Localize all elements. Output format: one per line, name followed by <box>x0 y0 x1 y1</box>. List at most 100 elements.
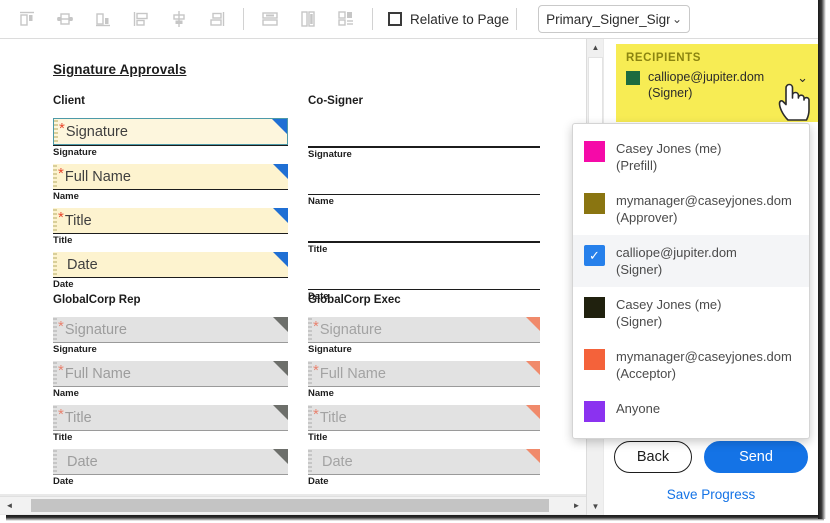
check-icon: ✓ <box>584 245 605 266</box>
recipient-color-swatch <box>584 193 605 214</box>
send-button[interactable]: Send <box>704 441 808 473</box>
recipient-option-role: (Prefill) <box>616 157 721 174</box>
field-left-guide <box>53 253 57 276</box>
recipient-option[interactable]: Casey Jones (me)(Prefill) <box>573 131 809 183</box>
form-field-row: Name <box>308 166 540 208</box>
recipient-option-label: Casey Jones (me)(Signer) <box>616 296 721 330</box>
recipients-chevron-down-icon[interactable]: ⌄ <box>797 70 808 86</box>
signature-field[interactable] <box>308 261 540 289</box>
align-center-icon[interactable] <box>160 4 198 34</box>
match-height-icon[interactable] <box>289 4 327 34</box>
recipient-option-name: mymanager@caseyjones.dom <box>616 193 792 208</box>
selected-recipient-row[interactable]: calliope@jupiter.dom (Signer) ⌄ <box>626 69 808 101</box>
required-asterisk-icon: * <box>313 407 319 422</box>
form-field-row: *Full NameName <box>53 164 288 202</box>
field-placeholder: Title <box>320 410 347 426</box>
field-label: Title <box>308 432 540 443</box>
scroll-down-arrow-icon[interactable]: ▼ <box>587 498 604 515</box>
scroll-up-arrow-icon[interactable]: ▲ <box>587 39 604 56</box>
horizontal-scrollbar-thumb[interactable] <box>31 499 549 512</box>
scroll-left-arrow-icon[interactable]: ◄ <box>1 497 18 514</box>
document-page[interactable]: Signature Approvals Client*SignatureSign… <box>0 39 586 494</box>
save-progress-link[interactable]: Save Progress <box>604 487 818 502</box>
field-placeholder: Full Name <box>320 366 386 382</box>
form-field-row: DateDate <box>53 449 288 487</box>
field-label: Signature <box>53 344 288 355</box>
required-asterisk-icon: * <box>58 210 64 225</box>
relative-to-page-label: Relative to Page <box>410 12 509 27</box>
relative-to-page-checkbox[interactable]: Relative to Page <box>388 12 509 27</box>
field-corner-marker-icon <box>526 317 540 331</box>
checkbox-box-icon <box>388 12 402 26</box>
section-heading: Client <box>53 95 288 107</box>
field-label: Title <box>308 244 540 255</box>
align-middle-icon[interactable] <box>46 4 84 34</box>
recipient-option-role: (Approver) <box>616 209 792 226</box>
recipient-option[interactable]: Casey Jones (me)(Signer) <box>573 287 809 339</box>
signature-field[interactable]: *Title <box>308 405 540 430</box>
signature-field[interactable]: *Full Name <box>53 361 288 386</box>
field-underline <box>308 386 540 387</box>
form-field-row: *Full NameName <box>308 361 540 399</box>
match-width-icon[interactable] <box>251 4 289 34</box>
signature-field[interactable] <box>308 166 540 194</box>
recipient-color-swatch <box>584 141 605 162</box>
recipient-role: (Signer) <box>648 85 787 101</box>
signature-field[interactable]: *Title <box>53 405 288 430</box>
field-label: Signature <box>308 149 540 160</box>
field-corner-marker-icon <box>526 405 540 419</box>
form-field-row: *TitleTitle <box>53 405 288 443</box>
form-field-row: *SignatureSignature <box>53 118 288 158</box>
recipient-option[interactable]: Anyone <box>573 391 809 431</box>
field-placeholder: Title <box>65 410 92 426</box>
field-underline <box>53 430 288 431</box>
signature-field[interactable]: *Signature <box>53 118 288 145</box>
field-underline <box>308 342 540 343</box>
signature-field[interactable]: Date <box>53 449 288 474</box>
match-size-icon[interactable] <box>327 4 365 34</box>
back-button[interactable]: Back <box>614 441 692 473</box>
field-left-guide <box>308 318 312 341</box>
recipient-option[interactable]: mymanager@caseyjones.dom(Approver) <box>573 183 809 235</box>
align-left-icon[interactable] <box>122 4 160 34</box>
form-section: Client*SignatureSignature*Full NameName*… <box>53 95 288 296</box>
signature-field[interactable]: *Full Name <box>53 164 288 189</box>
align-right-icon[interactable] <box>198 4 236 34</box>
required-asterisk-icon: * <box>313 363 319 378</box>
signature-field[interactable]: Date <box>308 449 540 474</box>
align-bottom-icon[interactable] <box>84 4 122 34</box>
recipients-dropdown[interactable]: Casey Jones (me)(Prefill)mymanager@casey… <box>572 123 810 439</box>
window-bottom-shadow <box>6 515 824 521</box>
required-asterisk-icon: * <box>59 121 65 136</box>
field-label: Date <box>53 279 288 290</box>
recipient-option[interactable]: ✓calliope@jupiter.dom(Signer) <box>573 235 809 287</box>
recipient-color-swatch <box>584 297 605 318</box>
alignment-toolbar: Relative to Page Primary_Signer_Signat ⌄ <box>0 0 818 38</box>
recipient-option-label: Anyone <box>616 400 660 417</box>
horizontal-scrollbar[interactable]: ◄ ► <box>0 496 586 514</box>
scroll-right-arrow-icon[interactable]: ► <box>568 497 585 514</box>
recipient-color-swatch <box>626 71 640 85</box>
signature-field[interactable]: *Signature <box>53 317 288 342</box>
signature-field[interactable]: *Full Name <box>308 361 540 386</box>
field-underline <box>53 474 288 475</box>
field-underline <box>308 289 540 291</box>
field-placeholder: Date <box>67 257 98 273</box>
recipient-option-role: (Signer) <box>616 313 721 330</box>
field-left-guide <box>54 120 58 143</box>
field-underline <box>53 386 288 387</box>
signature-field[interactable]: Date <box>53 252 288 277</box>
align-top-icon[interactable] <box>8 4 46 34</box>
form-field-row: *TitleTitle <box>53 208 288 246</box>
signature-field[interactable]: *Signature <box>308 317 540 342</box>
signature-field[interactable] <box>308 118 540 146</box>
field-left-guide <box>308 450 312 473</box>
form-field-row: *TitleTitle <box>308 405 540 443</box>
signature-field[interactable]: *Title <box>53 208 288 233</box>
signature-field[interactable] <box>308 213 540 241</box>
field-name-select[interactable]: Primary_Signer_Signat ⌄ <box>538 5 690 33</box>
recipient-option[interactable]: mymanager@caseyjones.dom(Acceptor) <box>573 339 809 391</box>
field-placeholder: Date <box>322 454 353 470</box>
field-underline <box>308 146 540 148</box>
required-asterisk-icon: * <box>58 407 64 422</box>
